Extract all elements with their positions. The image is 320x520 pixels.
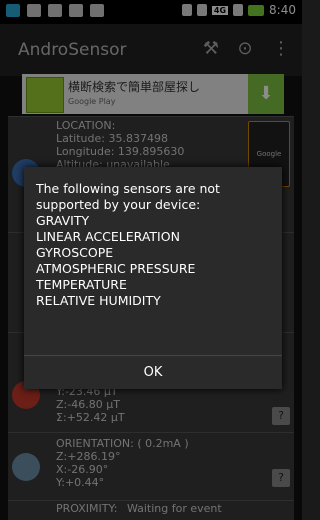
sensor-item: GYROSCOPE [36,245,114,260]
sensor-item: GRAVITY [36,213,90,228]
ok-button[interactable]: OK [24,355,282,390]
sensor-item: TEMPERATURE [36,277,127,292]
unsupported-sensors-dialog: The following sensors are not supported … [24,167,282,389]
unsupported-sensor-list: GRAVITY LINEAR ACCELERATION GYROSCOPE AT… [36,213,272,309]
sensor-item: LINEAR ACCELERATION [36,229,180,244]
screen: 4G 8:40 AndroSensor ⚒ ⊙ ⋮ 横断検索で簡単部屋探し Go… [0,0,302,520]
dialog-message: The following sensors are not supported … [36,181,220,212]
sensor-item: ATMOSPHERIC PRESSURE [36,261,196,276]
sensor-item: RELATIVE HUMIDITY [36,293,161,308]
